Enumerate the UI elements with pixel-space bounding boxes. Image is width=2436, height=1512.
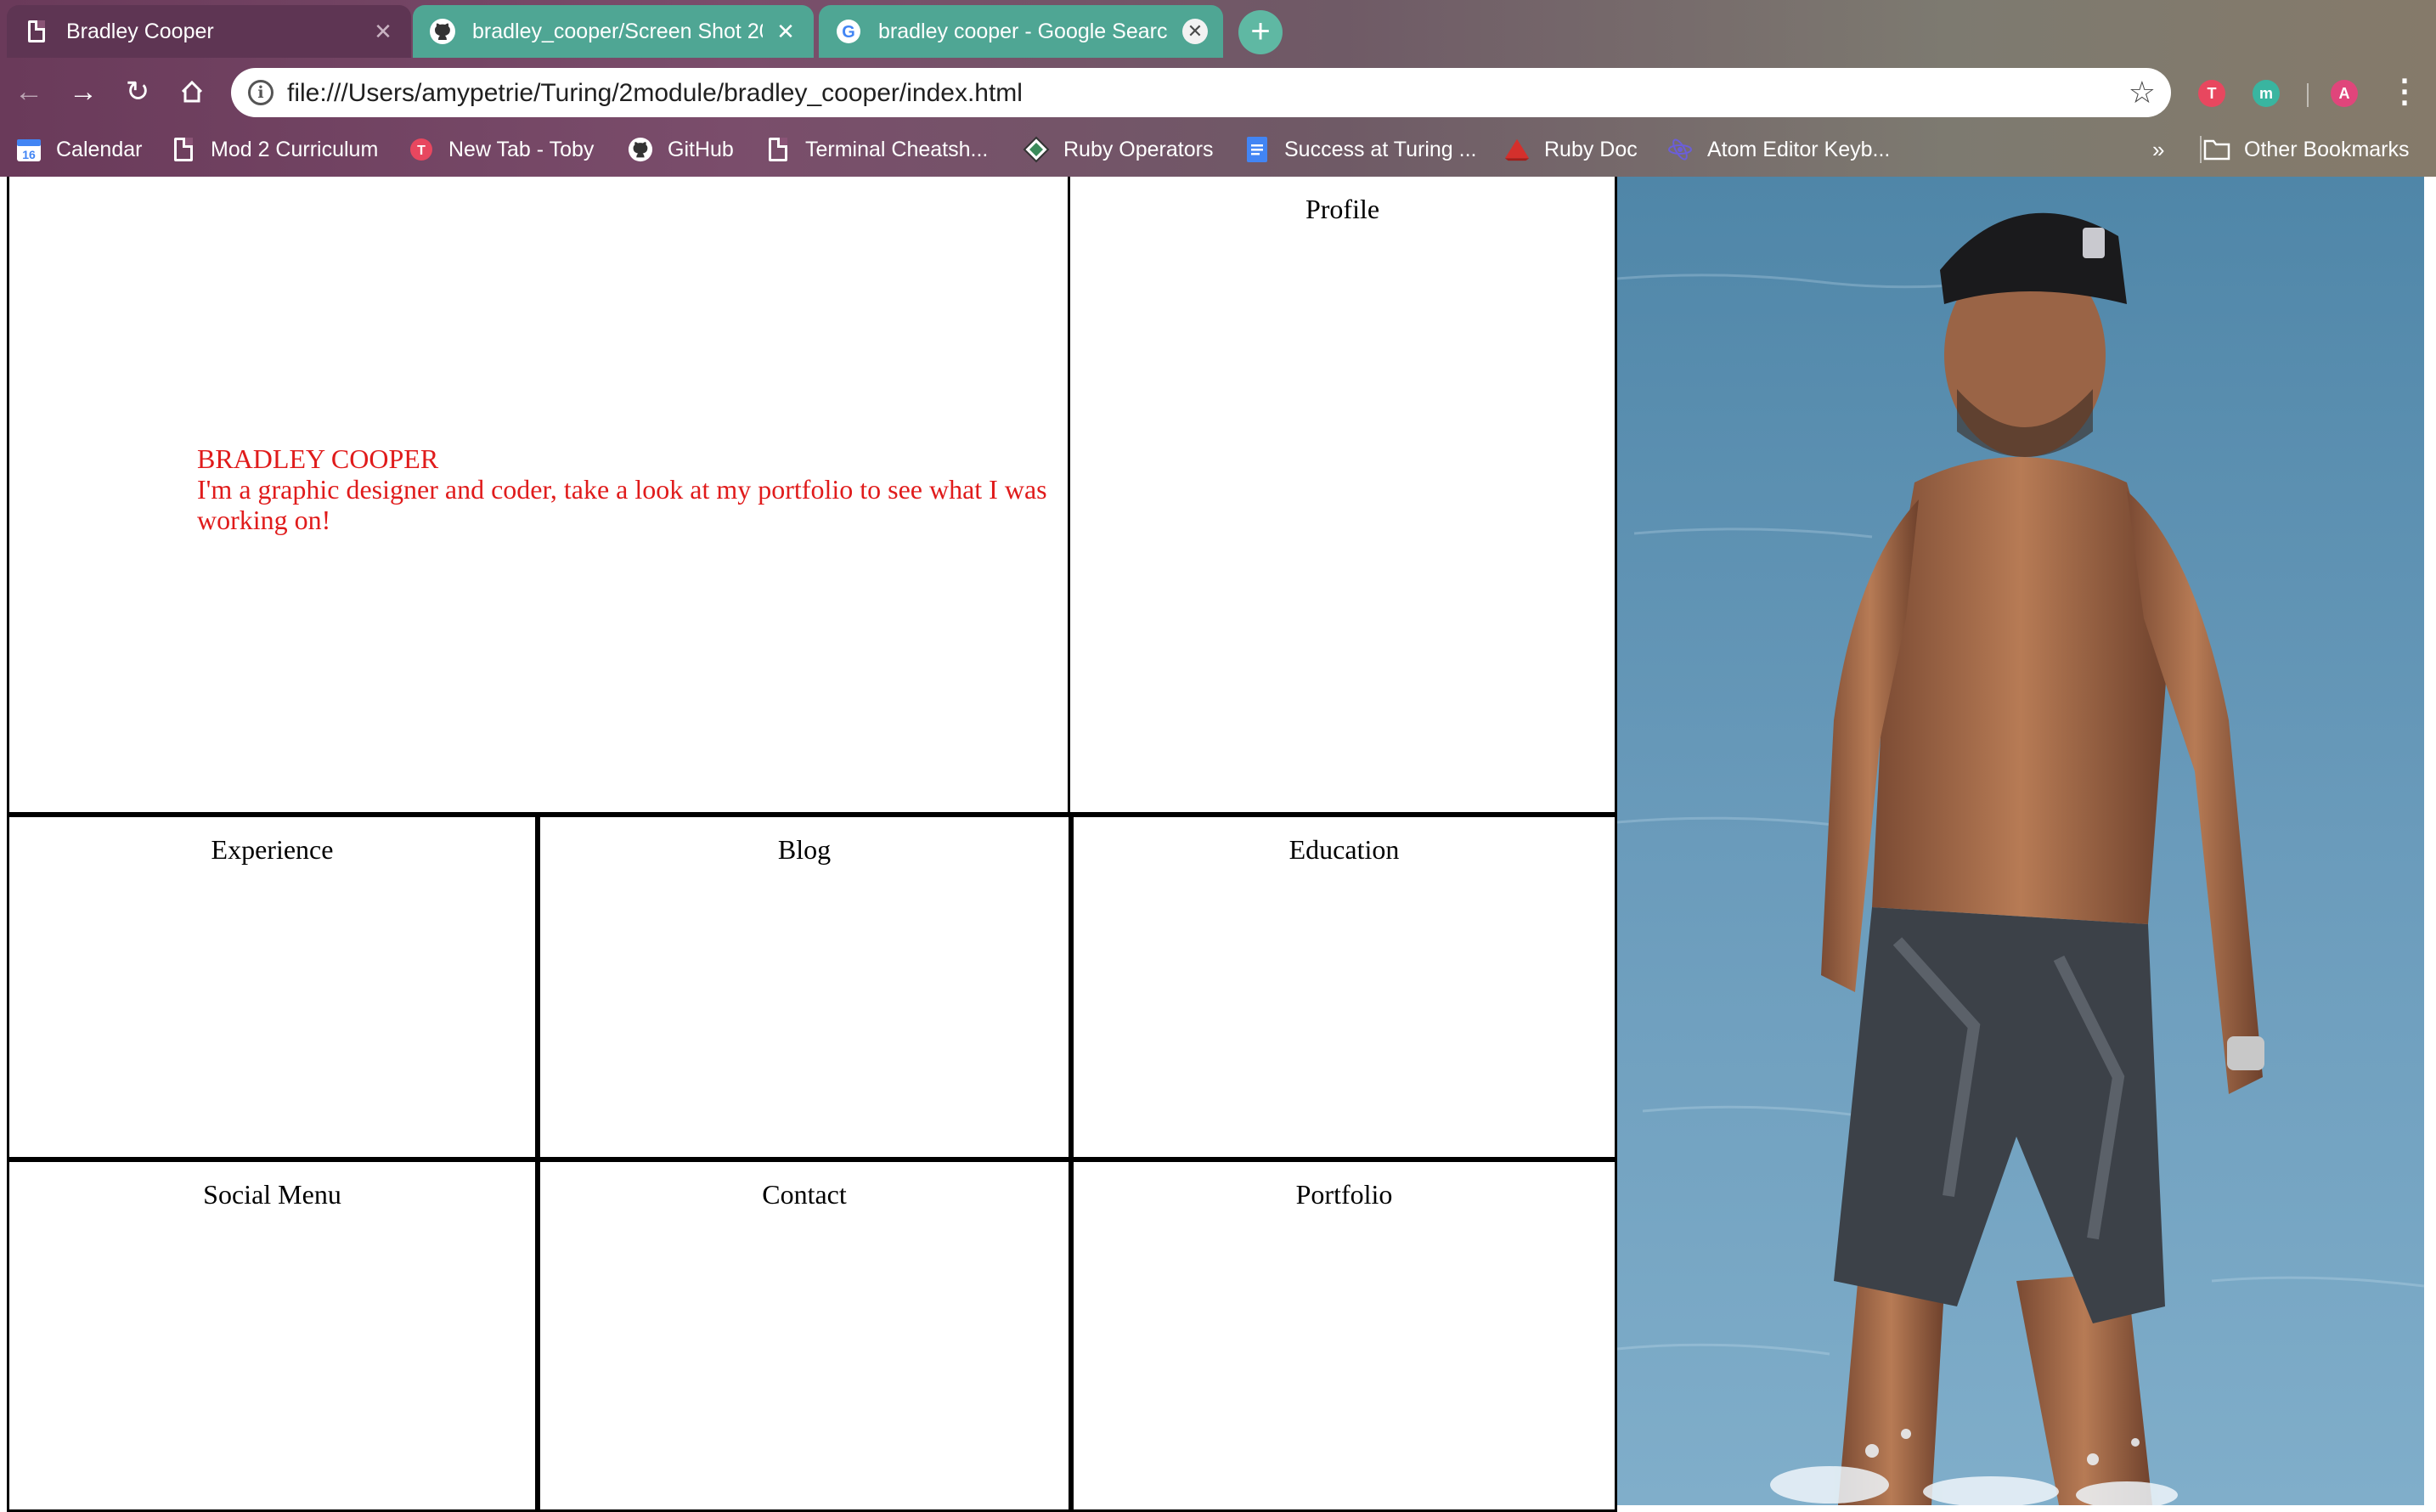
bookmark-mod2-curriculum[interactable]: Mod 2 Curriculum bbox=[170, 133, 378, 166]
ruby-operators-icon bbox=[1023, 136, 1050, 163]
bookmark-label: Calendar bbox=[56, 137, 143, 161]
toby-icon: T bbox=[408, 136, 435, 163]
calendar-icon: 16 bbox=[15, 136, 42, 163]
social-menu-heading: Social Menu bbox=[203, 1179, 341, 1210]
portfolio-heading: Portfolio bbox=[1295, 1179, 1393, 1210]
bookmark-label: Other Bookmarks bbox=[2244, 137, 2410, 161]
bookmark-success-at-turing[interactable]: Success at Turing ... bbox=[1243, 133, 1477, 166]
calendar-day: 16 bbox=[22, 148, 36, 161]
bookmark-label: Success at Turing ... bbox=[1284, 137, 1477, 161]
bookmark-calendar[interactable]: 16 Calendar bbox=[15, 133, 142, 166]
ruby-icon bbox=[1503, 136, 1531, 163]
education-heading: Education bbox=[1288, 834, 1400, 865]
bookmark-new-tab-toby[interactable]: T New Tab - Toby bbox=[408, 133, 594, 166]
bookmark-ruby-operators[interactable]: Ruby Operators bbox=[1023, 133, 1213, 166]
document-icon bbox=[764, 136, 792, 163]
info-icon[interactable]: i bbox=[248, 80, 273, 105]
browser-toolbar: ← → ↻ i file:///Users/amypetrie/Turing/2… bbox=[0, 61, 2436, 122]
blog-heading: Blog bbox=[777, 834, 832, 865]
bookmark-star-icon[interactable]: ☆ bbox=[2129, 75, 2156, 110]
bookmark-terminal-cheatsheet[interactable]: Terminal Cheatsh... bbox=[764, 133, 988, 166]
menu-kebab-icon[interactable]: ⋮ bbox=[2388, 73, 2421, 110]
google-icon: G bbox=[834, 17, 863, 46]
document-icon bbox=[22, 17, 51, 46]
svg-text:T: T bbox=[417, 144, 426, 158]
bookmark-label: New Tab - Toby bbox=[448, 137, 595, 161]
home-icon[interactable] bbox=[173, 73, 211, 110]
svg-text:G: G bbox=[842, 23, 855, 42]
intro-section: BRADLEY COOPER I'm a graphic designer an… bbox=[7, 177, 1070, 817]
extension-icon[interactable]: m bbox=[2253, 80, 2280, 107]
google-docs-icon bbox=[1243, 136, 1271, 163]
contact-heading: Contact bbox=[762, 1179, 847, 1210]
tab-bradley-cooper[interactable]: Bradley Cooper ✕ bbox=[7, 5, 411, 58]
forward-arrow-icon[interactable]: → bbox=[65, 73, 102, 110]
bookmark-label: Ruby Operators bbox=[1063, 137, 1214, 161]
browser-chrome: Bradley Cooper ✕ bradley_cooper/Screen S… bbox=[0, 0, 2436, 177]
tab-title: Bradley Cooper bbox=[66, 19, 214, 43]
toolbar-divider bbox=[2307, 83, 2309, 107]
bookmark-label: GitHub bbox=[668, 137, 734, 161]
blog-section: Blog bbox=[540, 817, 1074, 1162]
github-icon bbox=[428, 17, 457, 46]
experience-heading: Experience bbox=[211, 834, 334, 865]
experience-section: Experience bbox=[7, 817, 540, 1162]
bookmark-label: Mod 2 Curriculum bbox=[211, 137, 379, 161]
toby-extension-icon[interactable]: T bbox=[2198, 80, 2225, 107]
profile-avatar[interactable]: A bbox=[2331, 80, 2358, 107]
social-menu-section: Social Menu bbox=[7, 1162, 540, 1512]
contact-section: Contact bbox=[540, 1162, 1074, 1512]
tab-google-search[interactable]: G bradley cooper - Google Searc ✕ bbox=[819, 5, 1223, 58]
profile-heading: Profile bbox=[1305, 194, 1380, 224]
close-icon[interactable]: ✕ bbox=[773, 19, 798, 44]
bookmark-ruby-doc[interactable]: Ruby Doc bbox=[1503, 133, 1638, 166]
other-bookmarks-folder[interactable]: Other Bookmarks bbox=[2203, 133, 2410, 166]
bookmark-label: Ruby Doc bbox=[1544, 137, 1638, 161]
atom-icon bbox=[1666, 136, 1694, 163]
reload-icon[interactable]: ↻ bbox=[119, 73, 156, 110]
bookmarks-divider bbox=[2200, 136, 2202, 163]
tab-title: bradley_cooper/Screen Shot 20 bbox=[472, 19, 763, 43]
intro-text: BRADLEY COOPER I'm a graphic designer an… bbox=[197, 443, 1063, 535]
document-icon bbox=[170, 136, 197, 163]
education-section: Education bbox=[1074, 817, 1617, 1162]
profile-section: Profile bbox=[1070, 177, 1617, 817]
tab-strip: Bradley Cooper ✕ bradley_cooper/Screen S… bbox=[0, 0, 2436, 61]
beach-photo bbox=[1617, 177, 2424, 1505]
github-icon bbox=[627, 136, 654, 163]
page-viewport: BRADLEY COOPER I'm a graphic designer an… bbox=[0, 177, 2436, 1512]
bookmark-github[interactable]: GitHub bbox=[627, 133, 734, 166]
portfolio-section: Portfolio bbox=[1074, 1162, 1617, 1512]
close-icon[interactable]: ✕ bbox=[1182, 19, 1208, 44]
tab-title: bradley cooper - Google Searc bbox=[878, 19, 1168, 43]
bookmark-label: Atom Editor Keyb... bbox=[1707, 137, 1891, 161]
tab-github-screenshot[interactable]: bradley_cooper/Screen Shot 20 ✕ bbox=[413, 5, 814, 58]
back-arrow-icon[interactable]: ← bbox=[10, 73, 48, 110]
bookmark-atom-editor[interactable]: Atom Editor Keyb... bbox=[1666, 133, 1890, 166]
address-bar[interactable]: i file:///Users/amypetrie/Turing/2module… bbox=[231, 68, 2171, 117]
intro-name: BRADLEY COOPER bbox=[197, 443, 439, 474]
new-tab-button[interactable]: + bbox=[1238, 10, 1283, 54]
url-text[interactable]: file:///Users/amypetrie/Turing/2module/b… bbox=[287, 79, 1023, 108]
bookmarks-bar: 16 Calendar Mod 2 Curriculum T New Tab -… bbox=[0, 122, 2436, 177]
intro-tagline: I'm a graphic designer and coder, take a… bbox=[197, 474, 1047, 535]
bookmark-label: Terminal Cheatsh... bbox=[805, 137, 989, 161]
bookmarks-overflow-button[interactable]: » bbox=[2152, 133, 2164, 166]
folder-icon bbox=[2203, 136, 2230, 163]
close-icon[interactable]: ✕ bbox=[370, 19, 396, 44]
